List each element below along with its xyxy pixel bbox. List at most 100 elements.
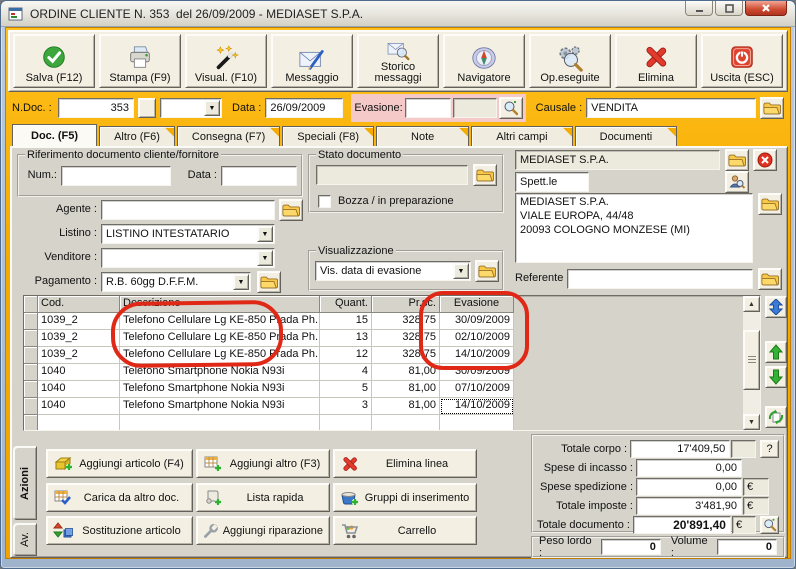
grid-cell[interactable]: 30/09/2009 bbox=[440, 364, 514, 381]
chevron-down-icon[interactable]: ▼ bbox=[204, 100, 220, 116]
grid-cell[interactable]: Telefono Cellulare Lg KE-850 Prada Ph... bbox=[120, 330, 320, 347]
grid-cell[interactable]: 3 bbox=[320, 398, 372, 415]
grid-cell[interactable] bbox=[38, 415, 120, 430]
tab-azioni[interactable]: Azioni bbox=[13, 446, 37, 520]
grid-cell[interactable] bbox=[440, 415, 514, 430]
row-selector[interactable] bbox=[24, 347, 38, 364]
grid-cell[interactable]: 1039_2 bbox=[38, 330, 120, 347]
grid-cell[interactable]: Telefono Smartphone Nokia N93i bbox=[120, 381, 320, 398]
tab-speciali[interactable]: Speciali (F8) bbox=[282, 126, 375, 146]
column-header-descrizione[interactable]: Descrizione bbox=[120, 296, 320, 313]
grid-cell[interactable]: 1040 bbox=[38, 381, 120, 398]
volume-value[interactable]: 0 bbox=[717, 539, 777, 555]
column-header-quant[interactable]: Quant. bbox=[320, 296, 372, 313]
grid-cell[interactable]: 328,75 bbox=[372, 330, 440, 347]
preview-button[interactable]: Visual. (F10) bbox=[185, 34, 267, 88]
stato-folder-button[interactable] bbox=[473, 164, 497, 186]
ndoc-series-combobox[interactable]: ▼ bbox=[160, 98, 222, 118]
grid-cell[interactable]: Telefono Cellulare Lg KE-850 Prada Ph... bbox=[120, 347, 320, 364]
customer-address-box[interactable]: MEDIASET S.P.A. VIALE EUROPA, 44/48 2009… bbox=[515, 193, 753, 263]
row-selector[interactable] bbox=[24, 415, 38, 430]
tab-av[interactable]: Av. bbox=[13, 523, 37, 556]
column-header-evasione[interactable]: Evasione bbox=[440, 296, 514, 313]
minimize-button[interactable] bbox=[685, 1, 713, 16]
grid-cell[interactable]: 1039_2 bbox=[38, 313, 120, 330]
replace-article-button[interactable]: Sostituzione articolo bbox=[46, 516, 193, 545]
pagamento-folder-button[interactable] bbox=[257, 271, 281, 293]
row-selector[interactable] bbox=[24, 364, 38, 381]
chevron-down-icon[interactable]: ▼ bbox=[257, 250, 273, 266]
listino-combobox[interactable]: LISTINO INTESTATARIO ▼ bbox=[101, 224, 275, 244]
row-selector[interactable] bbox=[24, 330, 38, 347]
grid-cell[interactable]: 328,75 bbox=[372, 313, 440, 330]
data-field[interactable]: 26/09/2009 bbox=[265, 98, 344, 118]
grid-cell[interactable]: Telefono Cellulare Lg KE-850 Prada Ph... bbox=[120, 313, 320, 330]
rif-data-field[interactable] bbox=[221, 166, 297, 186]
tab-consegna[interactable]: Consegna (F7) bbox=[176, 126, 281, 146]
help-button[interactable]: ? bbox=[760, 439, 779, 458]
venditore-combobox[interactable]: ▼ bbox=[101, 248, 275, 268]
row-selector[interactable] bbox=[24, 381, 38, 398]
grid-cell[interactable]: 02/10/2009 bbox=[440, 330, 514, 347]
grid-cell-selected[interactable]: 14/10/2009 bbox=[440, 398, 514, 415]
vertical-scrollbar[interactable]: ▲ ▼ bbox=[743, 296, 760, 430]
row-up-button[interactable] bbox=[765, 341, 787, 363]
visualizzazione-folder-button[interactable] bbox=[475, 260, 499, 282]
tab-doc[interactable]: Doc. (F5) bbox=[12, 124, 98, 146]
chevron-down-icon[interactable]: ▼ bbox=[233, 274, 249, 290]
grid-cell[interactable]: 13 bbox=[320, 330, 372, 347]
ndoc-field[interactable]: 353 bbox=[58, 98, 134, 118]
grid-cell[interactable]: 328,75 bbox=[372, 347, 440, 364]
exit-button[interactable]: Uscita (ESC) bbox=[701, 34, 783, 88]
grid-cell[interactable]: 15 bbox=[320, 313, 372, 330]
chevron-down-icon[interactable]: ▼ bbox=[453, 263, 469, 279]
delete-line-button[interactable]: Elimina linea bbox=[333, 449, 477, 478]
chevron-down-icon[interactable]: ▼ bbox=[257, 226, 273, 242]
refresh-button[interactable] bbox=[765, 406, 787, 428]
grid-cell[interactable]: 12 bbox=[320, 347, 372, 364]
customer-name-field[interactable]: MEDIASET S.P.A. bbox=[515, 150, 720, 170]
grid-cell[interactable]: 1040 bbox=[38, 364, 120, 381]
move-row-button[interactable] bbox=[765, 296, 787, 318]
address-folder-button[interactable] bbox=[758, 193, 782, 215]
grid-cell[interactable]: 14/10/2009 bbox=[440, 347, 514, 364]
num-field[interactable] bbox=[61, 166, 171, 186]
visualizzazione-combobox[interactable]: Vis. data di evasione ▼ bbox=[315, 261, 471, 281]
agente-folder-button[interactable] bbox=[279, 199, 303, 221]
grid-cell[interactable]: 07/10/2009 bbox=[440, 381, 514, 398]
ndoc-extra-button[interactable] bbox=[138, 98, 156, 118]
add-article-button[interactable]: Aggiungi articolo (F4) bbox=[46, 449, 193, 478]
pagamento-combobox[interactable]: R.B. 60gg D.F.F.M. ▼ bbox=[101, 272, 251, 292]
navigator-button[interactable]: Navigatore bbox=[443, 34, 525, 88]
referente-field[interactable] bbox=[567, 269, 753, 289]
add-repair-button[interactable]: Aggiungi riparazione bbox=[196, 516, 330, 545]
tab-altri-campi[interactable]: Altri campi bbox=[471, 126, 573, 146]
message-history-button[interactable]: Storico messaggi bbox=[357, 34, 439, 88]
grid-cell[interactable]: 30/09/2009 bbox=[440, 313, 514, 330]
agente-field[interactable] bbox=[101, 200, 275, 220]
add-other-button[interactable]: Aggiungi altro (F3) bbox=[196, 449, 330, 478]
totale-imposte-value[interactable]: 3'481,90 bbox=[636, 496, 742, 515]
row-down-button[interactable] bbox=[765, 366, 787, 388]
grid-cell[interactable]: 1040 bbox=[38, 398, 120, 415]
column-header-cod[interactable]: Cod. bbox=[38, 296, 120, 313]
grid-cell[interactable] bbox=[120, 415, 320, 430]
maximize-button[interactable] bbox=[715, 1, 743, 16]
row-selector[interactable] bbox=[24, 398, 38, 415]
causale-field[interactable]: VENDITA bbox=[586, 98, 756, 118]
scroll-down-icon[interactable]: ▼ bbox=[743, 414, 760, 430]
customer-search-button[interactable] bbox=[725, 171, 749, 193]
referente-folder-button[interactable] bbox=[758, 268, 782, 290]
load-from-doc-button[interactable]: Carica da altro doc. bbox=[46, 483, 193, 512]
tab-altro[interactable]: Altro (F6) bbox=[99, 126, 175, 146]
scrollbar-thumb[interactable] bbox=[743, 330, 760, 390]
cart-button[interactable]: Carrello bbox=[333, 516, 477, 545]
insert-groups-button[interactable]: Gruppi di inserimento bbox=[333, 483, 477, 512]
evasione-search-button[interactable] bbox=[498, 97, 523, 119]
quick-list-button[interactable]: Lista rapida bbox=[196, 483, 330, 512]
grid-cell[interactable] bbox=[372, 415, 440, 430]
grid-cell[interactable]: Telefono Smartphone Nokia N93i bbox=[120, 364, 320, 381]
customer-clear-button[interactable] bbox=[753, 149, 777, 171]
totals-search-button[interactable] bbox=[760, 515, 779, 534]
totale-corpo-value[interactable]: 17'409,50 bbox=[630, 439, 731, 458]
